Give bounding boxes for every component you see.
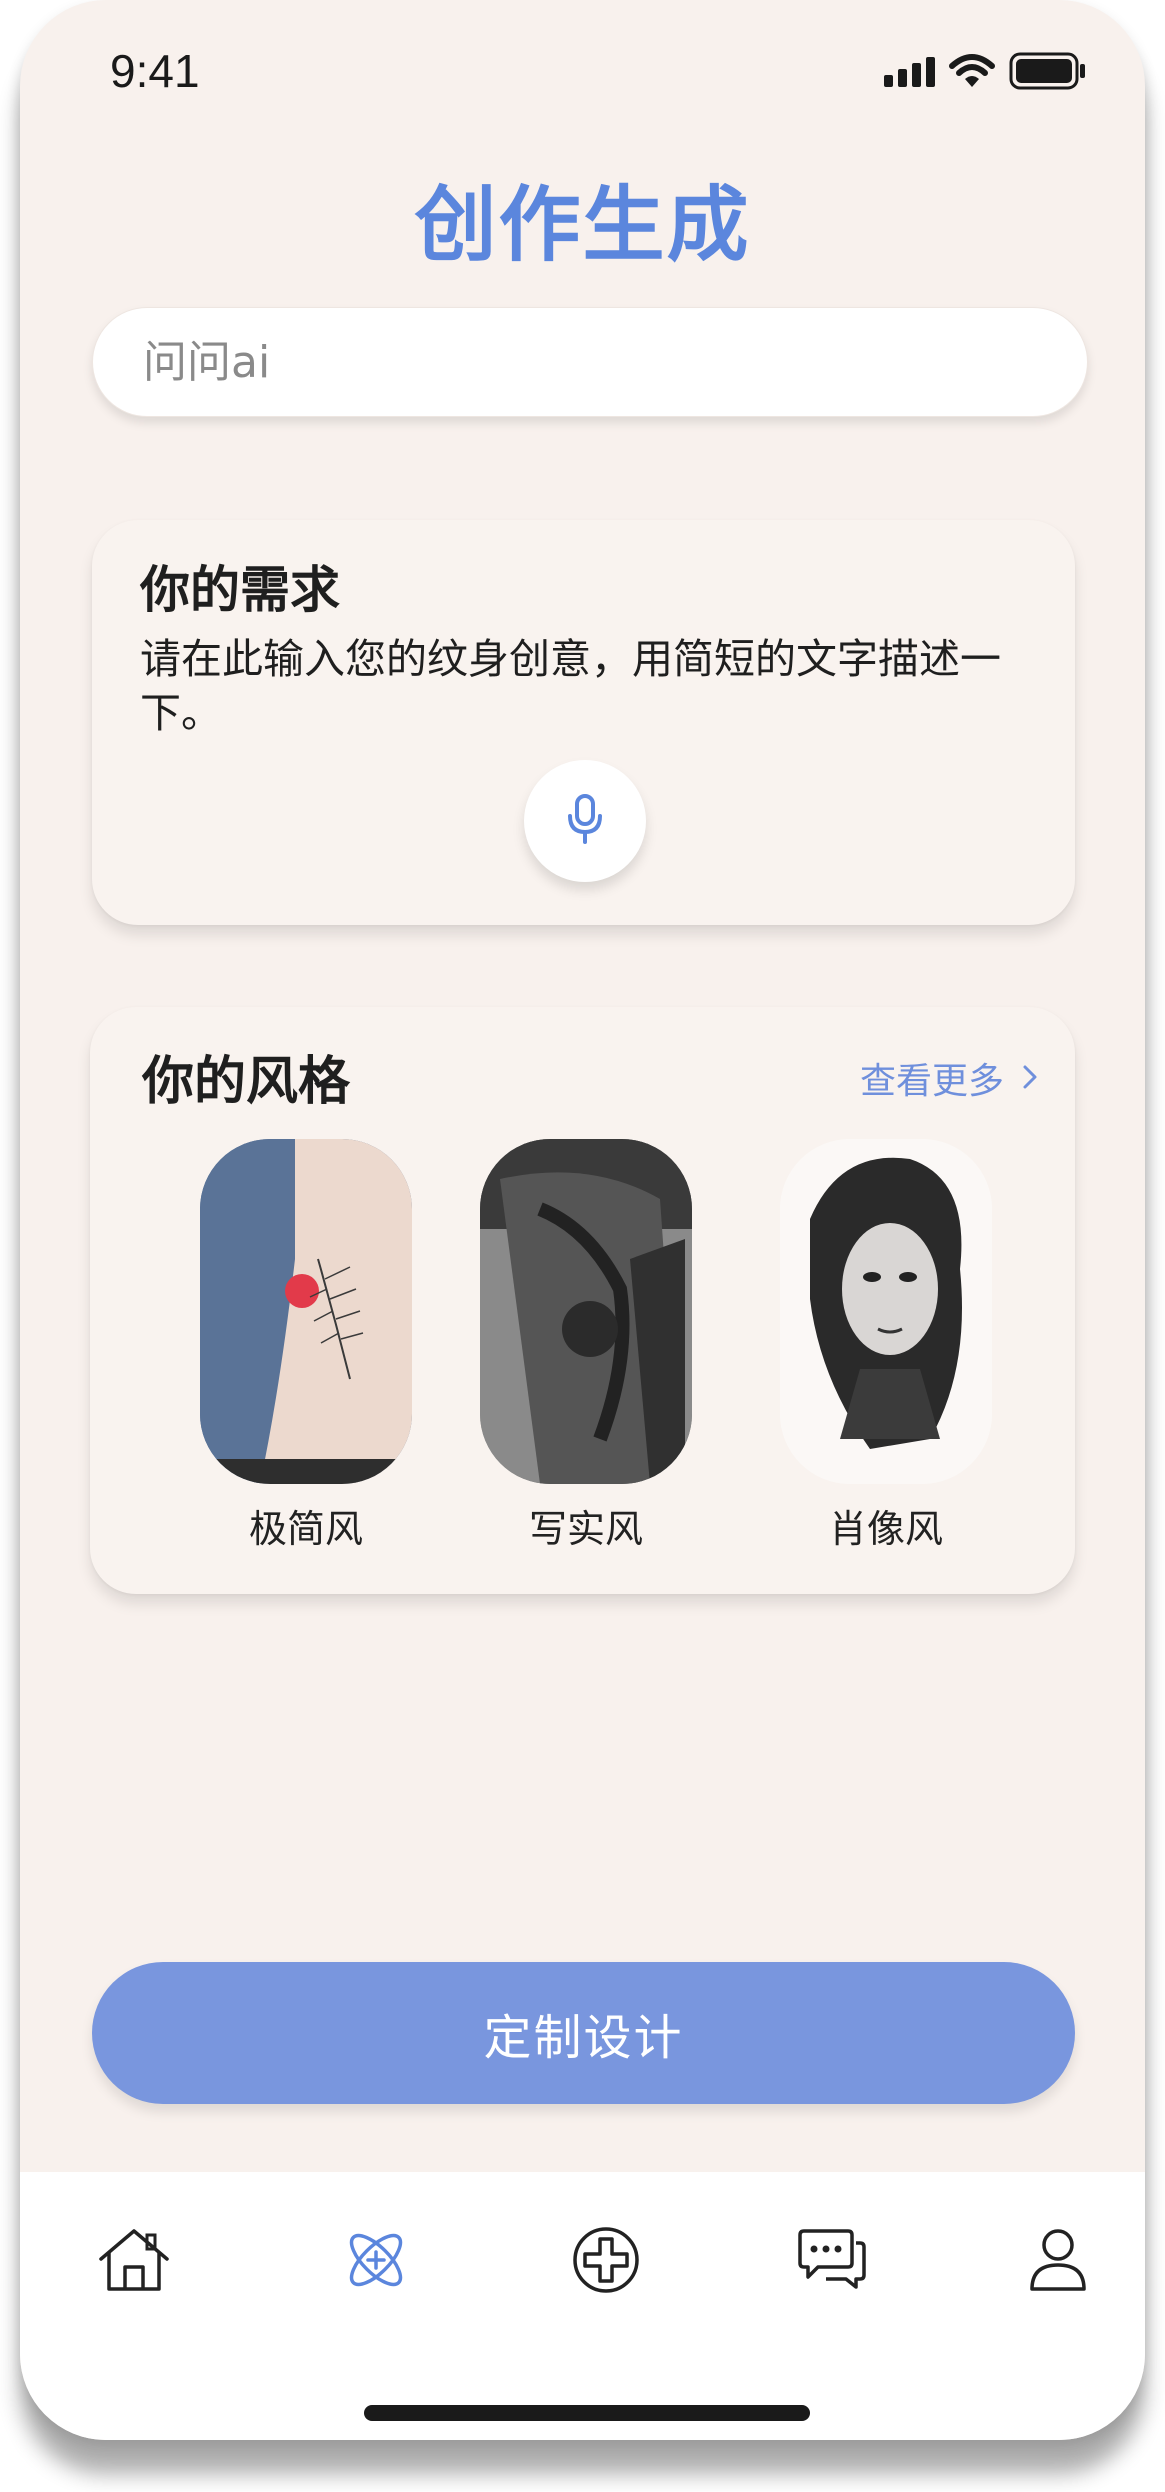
tab-add[interactable] bbox=[566, 2222, 646, 2302]
needs-title: 你的需求 bbox=[140, 561, 340, 619]
portrait-tattoo-image bbox=[780, 1139, 992, 1484]
page-title: 创作生成 bbox=[414, 178, 751, 273]
home-icon bbox=[97, 2227, 171, 2297]
style-label: 极简风 bbox=[248, 1507, 363, 1551]
mic-button[interactable] bbox=[524, 760, 646, 882]
chevron-right-icon bbox=[1022, 1058, 1038, 1099]
realistic-tattoo-image bbox=[480, 1139, 692, 1484]
tab-profile[interactable] bbox=[1018, 2222, 1098, 2302]
status-icons bbox=[884, 52, 1087, 90]
style-item-realistic[interactable]: 写实风 bbox=[480, 1139, 692, 1553]
plus-circle-icon bbox=[571, 2225, 641, 2299]
see-more-label: 查看更多 bbox=[860, 1061, 1005, 1102]
signal-icon bbox=[884, 55, 935, 87]
home-indicator bbox=[364, 2405, 810, 2421]
see-more-link[interactable]: 查看更多 bbox=[860, 1052, 1038, 1104]
needs-card: 你的需求 请在此输入您的纹身创意，用简短的文字描述一下。 bbox=[92, 520, 1075, 925]
custom-design-button[interactable]: 定制设计 bbox=[92, 1962, 1075, 2104]
style-label: 写实风 bbox=[528, 1507, 643, 1551]
battery-icon bbox=[1009, 52, 1087, 90]
style-item-minimal[interactable]: 极简风 bbox=[200, 1139, 412, 1553]
tab-create[interactable] bbox=[336, 2222, 416, 2302]
minimal-tattoo-image bbox=[200, 1139, 412, 1484]
search-input[interactable] bbox=[92, 307, 1088, 417]
style-item-portrait[interactable]: 肖像风 bbox=[780, 1139, 992, 1553]
user-icon bbox=[1028, 2227, 1088, 2297]
tab-bar bbox=[20, 2172, 1145, 2440]
phone-screen: 9:41 创作生成 你的需求 请在此输入您的纹身创意，用简短的文字描述一下。 bbox=[20, 0, 1145, 2440]
chat-icon bbox=[796, 2229, 868, 2295]
style-label: 肖像风 bbox=[828, 1507, 943, 1551]
tab-home[interactable] bbox=[94, 2222, 174, 2302]
atom-create-icon bbox=[341, 2225, 411, 2299]
needs-description[interactable]: 请在此输入您的纹身创意，用简短的文字描述一下。 bbox=[140, 632, 1020, 740]
style-title: 你的风格 bbox=[142, 1052, 351, 1112]
wifi-icon bbox=[949, 54, 995, 88]
microphone-icon bbox=[565, 794, 605, 848]
tab-messages[interactable] bbox=[792, 2222, 872, 2302]
style-card: 你的风格 查看更多 极简风 写实风 肖像风 bbox=[90, 1007, 1075, 1594]
status-time: 9:41 bbox=[110, 45, 200, 97]
